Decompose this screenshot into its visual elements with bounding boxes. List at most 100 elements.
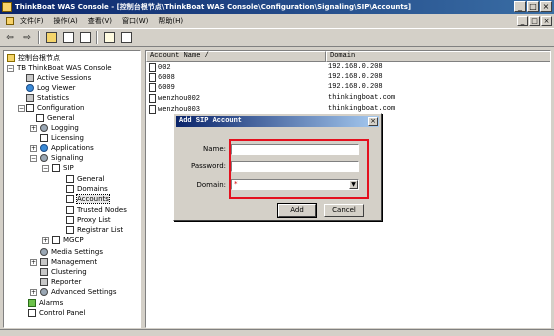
tree-node-media-settings[interactable]: Media Settings <box>40 247 103 257</box>
help-icon <box>103 32 115 43</box>
log-viewer-icon <box>26 84 34 92</box>
list-icon <box>79 32 91 43</box>
licensing-icon <box>40 134 48 142</box>
name-input[interactable] <box>231 144 359 155</box>
chevron-down-icon[interactable]: ▼ <box>349 180 358 189</box>
tree-node-licensing[interactable]: Licensing <box>40 133 84 143</box>
collapse-toggle[interactable]: − <box>18 105 25 112</box>
tree-node-management[interactable]: Management <box>40 257 97 267</box>
configuration-icon <box>26 104 34 112</box>
properties-icon <box>120 32 132 43</box>
account-icon <box>149 83 156 92</box>
dialog-close-button[interactable]: × <box>368 117 378 126</box>
properties-button[interactable] <box>119 31 133 45</box>
tree-node-signaling[interactable]: Signaling <box>40 153 83 163</box>
tree-node-domains[interactable]: Domains <box>66 184 108 194</box>
tree-node-sip[interactable]: SIP <box>52 163 74 173</box>
expand-toggle[interactable]: + <box>42 237 49 244</box>
tree-node-log-viewer[interactable]: Log Viewer <box>26 83 76 93</box>
applications-icon <box>40 144 48 152</box>
mdi-close-button[interactable]: × <box>541 16 552 26</box>
tree-node-active-sessions[interactable]: Active Sessions <box>26 73 91 83</box>
name-label: Name: <box>202 145 226 153</box>
account-icon <box>149 63 156 72</box>
up-level-button[interactable] <box>44 31 58 45</box>
expand-toggle[interactable]: + <box>30 145 37 152</box>
toolbar-separator <box>96 31 98 44</box>
media-settings-icon <box>40 248 48 256</box>
collapse-toggle[interactable]: − <box>30 155 37 162</box>
page-icon <box>36 114 44 122</box>
collapse-toggle[interactable]: − <box>42 165 49 172</box>
account-icon <box>149 105 156 114</box>
signaling-icon <box>40 154 48 162</box>
column-header-account-name[interactable]: Account Name / <box>146 51 326 62</box>
tree-node-trusted-nodes[interactable]: Trusted Nodes <box>66 205 127 215</box>
expand-toggle[interactable]: + <box>30 289 37 296</box>
account-icon <box>149 73 156 82</box>
tree-node-clustering[interactable]: Clustering <box>40 267 87 277</box>
tree-node-statistics[interactable]: Statistics <box>26 93 69 103</box>
menu-window[interactable]: 窗口(W) <box>122 16 148 26</box>
tree-node-accounts[interactable]: Accounts <box>66 194 110 204</box>
mdi-child-icon[interactable] <box>6 17 14 25</box>
maximize-button[interactable]: □ <box>527 1 539 12</box>
tree-node-logging[interactable]: Logging <box>40 123 79 133</box>
show-tree-button[interactable] <box>61 31 75 45</box>
column-header-domain[interactable]: Domain <box>326 51 550 62</box>
list-item[interactable]: 6008 192.168.0.208 <box>146 73 550 83</box>
status-bar <box>0 329 554 336</box>
tree-pane-icon <box>62 32 74 43</box>
account-icon <box>149 94 156 103</box>
clustering-icon <box>40 268 48 276</box>
list-item[interactable]: 002 192.168.0.208 <box>146 63 550 73</box>
advanced-settings-icon <box>40 288 48 296</box>
logging-icon <box>40 124 48 132</box>
tree-node-sip-general[interactable]: General <box>66 174 105 184</box>
menu-file[interactable]: 文件(F) <box>20 16 44 26</box>
minimize-button[interactable]: _ <box>514 1 526 12</box>
export-list-button[interactable] <box>78 31 92 45</box>
page-icon <box>66 195 74 203</box>
toolbar: ⇦ ⇨ <box>0 29 554 47</box>
tree-node-configuration[interactable]: Configuration <box>26 103 84 113</box>
tree-node-applications[interactable]: Applications <box>40 143 94 153</box>
domain-select[interactable]: * ▼ <box>231 179 359 190</box>
tree-node-root[interactable]: 控制台根节点 <box>7 53 60 63</box>
page-icon <box>66 226 74 234</box>
page-icon <box>66 216 74 224</box>
add-button[interactable]: Add <box>277 203 317 218</box>
tree-node-console[interactable]: TB ThinkBoat WAS Console <box>17 63 112 73</box>
console-tree[interactable]: 控制台根节点 − TB ThinkBoat WAS Console Active… <box>3 50 141 328</box>
page-icon <box>66 175 74 183</box>
alarm-icon <box>28 299 36 307</box>
menu-action[interactable]: 操作(A) <box>54 16 78 26</box>
tree-node-control-panel[interactable]: Control Panel <box>28 308 85 318</box>
list-item[interactable]: 6009 192.168.0.208 <box>146 83 550 93</box>
sessions-icon <box>26 74 34 82</box>
close-button[interactable]: × <box>540 1 552 12</box>
tree-node-reporter[interactable]: Reporter <box>40 277 81 287</box>
domain-label: Domain: <box>196 181 226 189</box>
collapse-toggle[interactable]: − <box>7 65 14 72</box>
management-icon <box>40 258 48 266</box>
tree-node-advanced-settings[interactable]: Advanced Settings <box>40 287 117 297</box>
help-button[interactable] <box>102 31 116 45</box>
tree-node-registrar-list[interactable]: Registrar List <box>66 225 123 235</box>
list-item[interactable]: wenzhou002 thinkingboat.com <box>146 94 550 104</box>
password-input[interactable] <box>231 161 359 172</box>
menu-view[interactable]: 查看(V) <box>88 16 112 26</box>
mdi-minimize-button[interactable]: _ <box>517 16 528 26</box>
cancel-button[interactable]: Cancel <box>324 204 364 217</box>
window-titlebar: ThinkBoat WAS Console - [控制台根节点\ThinkBoa… <box>0 0 554 14</box>
forward-button[interactable]: ⇨ <box>20 31 34 45</box>
tree-node-mgcp[interactable]: MGCP <box>52 235 84 245</box>
tree-node-alarms[interactable]: Alarms <box>28 298 63 308</box>
mdi-restore-button[interactable]: □ <box>529 16 540 26</box>
expand-toggle[interactable]: + <box>30 259 37 266</box>
expand-toggle[interactable]: + <box>30 125 37 132</box>
menu-help[interactable]: 帮助(H) <box>158 16 183 26</box>
tree-node-proxy-list[interactable]: Proxy List <box>66 215 111 225</box>
back-button[interactable]: ⇦ <box>3 31 17 45</box>
tree-node-general[interactable]: General <box>36 113 75 123</box>
